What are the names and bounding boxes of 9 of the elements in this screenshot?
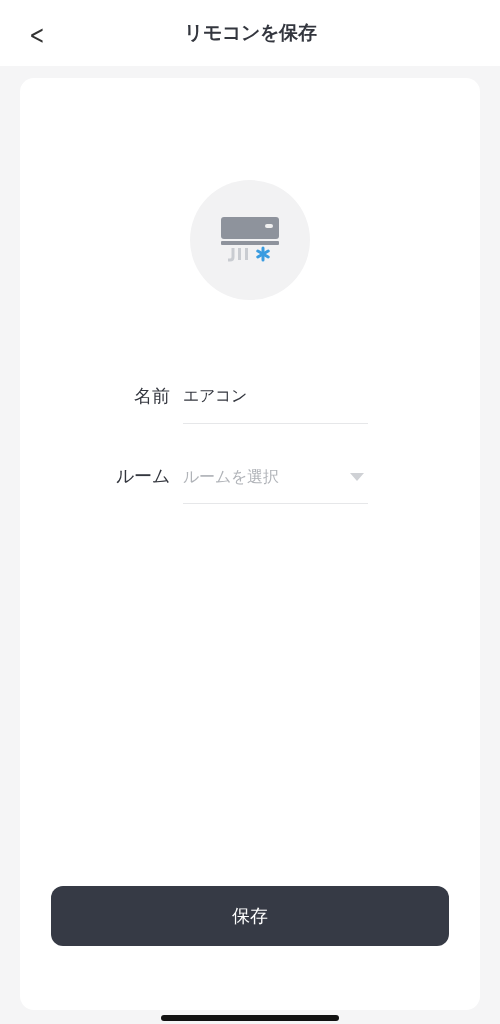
name-field[interactable]: エアコン <box>183 370 368 424</box>
save-button[interactable]: 保存 <box>51 886 449 946</box>
room-select[interactable]: ルームを選択 <box>183 450 368 504</box>
back-button[interactable]: < <box>26 20 48 50</box>
dropdown-caret-icon <box>350 473 364 481</box>
field-label: ルーム <box>115 464 171 488</box>
field-label: 名前 <box>133 384 171 408</box>
page-title: リモコンを保存 <box>183 20 317 45</box>
air-conditioner-icon <box>221 217 281 263</box>
